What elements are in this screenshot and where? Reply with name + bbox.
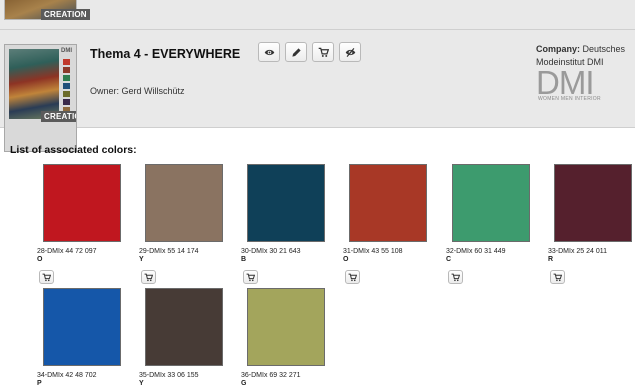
color-code: 34-DMIx 42 48 702 bbox=[37, 372, 97, 379]
color-letter: O bbox=[37, 256, 43, 263]
add-color-to-cart-button[interactable] bbox=[448, 270, 463, 284]
company-label: Company: bbox=[536, 44, 581, 54]
color-swatch[interactable] bbox=[43, 164, 121, 242]
color-letter: R bbox=[548, 256, 554, 263]
color-code: 36-DMIx 69 32 271 bbox=[241, 372, 301, 379]
color-code: 32-DMIx 60 31 449 bbox=[446, 248, 506, 255]
thumbnail-swatch bbox=[63, 91, 70, 97]
cart-icon bbox=[348, 273, 357, 281]
thumbnail-color-strip bbox=[63, 59, 70, 115]
color-code: 30-DMIx 30 21 643 bbox=[241, 248, 301, 255]
dmi-logo-subtitle: WOMEN MEN INTERIOR bbox=[538, 96, 601, 102]
color-card[interactable]: 29-DMIx 55 14 174 Y bbox=[139, 164, 239, 284]
add-color-to-cart-button[interactable] bbox=[345, 270, 360, 284]
cart-icon bbox=[318, 47, 329, 57]
previous-theme-row: CREATION bbox=[0, 0, 635, 30]
cart-icon bbox=[42, 273, 51, 281]
thumbnail-swatch bbox=[63, 99, 70, 105]
cart-icon bbox=[553, 273, 562, 281]
cart-icon bbox=[451, 273, 460, 281]
color-swatch[interactable] bbox=[145, 288, 223, 366]
thumbnail-dmi-label: DMI bbox=[61, 48, 72, 54]
color-swatch[interactable] bbox=[554, 164, 632, 242]
eye-icon bbox=[264, 49, 274, 55]
creation-badge: CREATION bbox=[41, 9, 90, 20]
edit-button[interactable] bbox=[285, 42, 307, 62]
creation-badge: CREATION bbox=[41, 111, 76, 122]
color-letter: Y bbox=[139, 380, 144, 387]
thumbnail-swatch bbox=[63, 83, 70, 89]
color-swatch[interactable] bbox=[145, 164, 223, 242]
theme-image bbox=[9, 49, 59, 119]
color-card[interactable]: 31-DMIx 43 55 108 O bbox=[343, 164, 443, 284]
color-code: 31-DMIx 43 55 108 bbox=[343, 248, 403, 255]
color-swatch[interactable] bbox=[43, 288, 121, 366]
color-card[interactable]: 34-DMIx 42 48 702 P bbox=[37, 288, 137, 387]
cart-icon bbox=[144, 273, 153, 281]
add-color-to-cart-button[interactable] bbox=[141, 270, 156, 284]
color-swatch[interactable] bbox=[247, 164, 325, 242]
color-card[interactable]: 35-DMIx 33 06 155 Y bbox=[139, 288, 239, 387]
color-card[interactable]: 33-DMIx 25 24 011 R bbox=[548, 164, 635, 284]
color-swatch[interactable] bbox=[452, 164, 530, 242]
color-code: 29-DMIx 55 14 174 bbox=[139, 248, 199, 255]
thumbnail-swatch bbox=[63, 67, 70, 73]
color-card[interactable]: 30-DMIx 30 21 643 B bbox=[241, 164, 341, 284]
color-letter: P bbox=[37, 380, 42, 387]
theme-title[interactable]: Thema 4 - EVERYWHERE bbox=[90, 47, 240, 61]
color-swatch[interactable] bbox=[247, 288, 325, 366]
dmi-logo: DMI bbox=[536, 64, 594, 101]
color-card[interactable]: 36-DMIx 69 32 271 G bbox=[241, 288, 341, 387]
cart-icon bbox=[246, 273, 255, 281]
color-letter: B bbox=[241, 256, 247, 263]
color-letter: C bbox=[446, 256, 452, 263]
view-button[interactable] bbox=[258, 42, 280, 62]
colors-heading: List of associated colors: bbox=[10, 144, 137, 156]
thumbnail-swatch bbox=[63, 75, 70, 81]
eye-slash-icon bbox=[345, 47, 355, 57]
color-letter: G bbox=[241, 380, 247, 387]
add-color-to-cart-button[interactable] bbox=[550, 270, 565, 284]
thumbnail-swatch bbox=[63, 59, 70, 65]
color-card[interactable]: 28-DMIx 44 72 097 O bbox=[37, 164, 137, 284]
theme-thumbnail[interactable]: DMI CREATION bbox=[4, 44, 77, 152]
color-code: 33-DMIx 25 24 011 bbox=[548, 248, 608, 255]
hide-button[interactable] bbox=[339, 42, 361, 62]
theme-owner: Owner: Gerd Willschütz bbox=[90, 86, 185, 96]
previous-theme-thumbnail[interactable]: CREATION bbox=[4, 0, 90, 20]
color-code: 35-DMIx 33 06 155 bbox=[139, 372, 199, 379]
color-card[interactable]: 32-DMIx 60 31 449 C bbox=[446, 164, 546, 284]
color-letter: O bbox=[343, 256, 349, 263]
color-swatch[interactable] bbox=[349, 164, 427, 242]
add-to-cart-button[interactable] bbox=[312, 42, 334, 62]
add-color-to-cart-button[interactable] bbox=[39, 270, 54, 284]
color-letter: Y bbox=[139, 256, 144, 263]
add-color-to-cart-button[interactable] bbox=[243, 270, 258, 284]
pencil-icon bbox=[291, 47, 301, 57]
color-code: 28-DMIx 44 72 097 bbox=[37, 248, 97, 255]
